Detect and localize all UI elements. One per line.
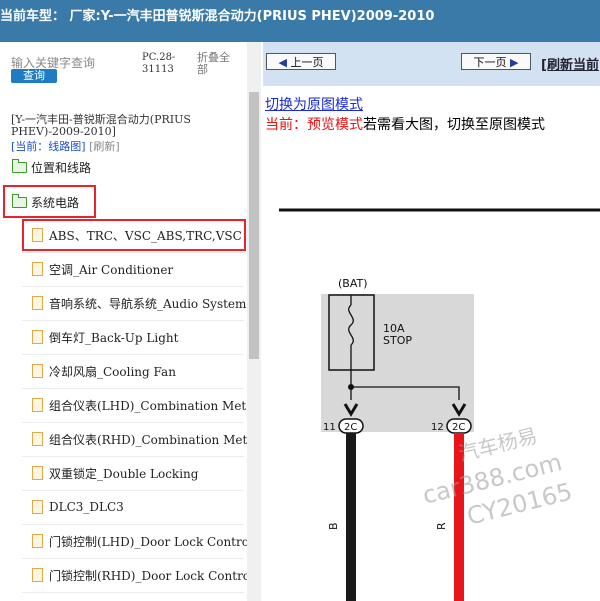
right-arrow-icon: ▶ <box>510 56 519 69</box>
tree-item[interactable]: 门锁控制(LHD)_Door Lock Control <box>32 531 247 551</box>
wiring-diagram: (BAT) 10A STOP 2C 2C 11 12 B R 汽车杨易 car3… <box>279 208 600 601</box>
document-icon <box>32 296 43 310</box>
next-page-button[interactable]: 下一页 ▶ <box>461 53 531 70</box>
connector-left-label: 2C <box>344 422 357 433</box>
folder-icon <box>12 158 27 173</box>
watermark: 汽车杨易 car388.com CY20165 <box>420 423 575 530</box>
divider <box>22 252 244 253</box>
tree-item[interactable]: DLC3_DLC3 <box>32 497 247 517</box>
connector-right-label: 2C <box>452 422 465 433</box>
divider <box>22 422 244 423</box>
page-nav-bar: ◀ 上一页 下一页 ▶ [刷新当前 <box>263 42 600 86</box>
bat-label: (BAT) <box>338 277 368 290</box>
document-icon <box>32 262 43 276</box>
pin-left-label: 11 <box>323 422 336 433</box>
mode-status: 当前：预览模式若需看大图，切换至原图模式 <box>265 114 545 134</box>
tree-item[interactable]: 双重锁定_Double Locking <box>32 463 247 483</box>
pc-info: PC.28-31113 <box>142 52 176 75</box>
document-icon <box>32 500 43 514</box>
scrollbar-thumb[interactable] <box>249 92 259 359</box>
divider <box>22 592 244 593</box>
fuse-name: STOP <box>383 334 412 347</box>
current-view: [当前：线路图] [刷新] <box>11 138 120 154</box>
collapse-all-button[interactable]: 折叠全部 <box>197 52 239 76</box>
tree-item[interactable]: 组合仪表(RHD)_Combination Meter <box>32 429 247 449</box>
highlight-box <box>3 185 96 218</box>
divider <box>22 524 244 525</box>
tree-item[interactable]: 门锁控制(RHD)_Door Lock Control <box>32 565 247 585</box>
mode-hint: 若需看大图，切换至原图模式 <box>363 117 545 133</box>
content-panel: ◀ 上一页 下一页 ▶ [刷新当前 切换为原图模式 当前：预览模式若需看大图，切… <box>263 42 600 601</box>
wire-left-label: B <box>327 522 340 530</box>
tree-item[interactable]: 组合仪表(LHD)_Combination Meter <box>32 395 247 415</box>
mode-current: 当前：预览模式 <box>265 117 363 133</box>
tree-item[interactable]: 空调_Air Conditioner <box>32 259 247 279</box>
divider <box>22 456 244 457</box>
model-text: [Y-一汽丰田-普锐斯混合动力(PRIUS PHEV)-2009-2010] <box>11 113 191 138</box>
window-title: 当前车型： 厂家:Y-一汽丰田普锐斯混合动力(PRIUS PHEV)2009-2… <box>0 0 600 42</box>
tree-item[interactable]: ABS、TRC、VSC_ABS,TRC,VSC <box>32 225 247 245</box>
tree-item[interactable]: 冷却风扇_Cooling Fan <box>32 361 247 381</box>
relay-block-bg <box>321 294 474 432</box>
wire-black <box>346 433 356 601</box>
document-icon <box>32 228 43 242</box>
divider <box>22 286 244 287</box>
tree-folder-location[interactable]: 位置和线路 <box>12 158 91 176</box>
pin-right-label: 12 <box>431 422 444 433</box>
prev-page-button[interactable]: ◀ 上一页 <box>266 53 336 70</box>
divider <box>22 388 244 389</box>
document-icon <box>32 466 43 480</box>
divider <box>22 558 244 559</box>
document-icon <box>32 432 43 446</box>
document-icon <box>32 568 43 582</box>
tree-item[interactable]: 倒车灯_Back-Up Light <box>32 327 247 347</box>
tree-item[interactable]: 音响系统、导航系统_Audio System <box>32 293 247 313</box>
tree-folder-label: 位置和线路 <box>31 160 92 175</box>
divider <box>22 354 244 355</box>
document-icon <box>32 364 43 378</box>
document-icon <box>32 398 43 412</box>
wire-right-label: R <box>435 522 448 530</box>
divider <box>22 490 244 491</box>
document-icon <box>32 330 43 344</box>
search-button[interactable]: 查询 <box>11 69 57 83</box>
refresh-page-link[interactable]: [刷新当前 <box>541 54 599 73</box>
current-label: [当前：线路图] <box>11 140 86 153</box>
sidebar: 输入关键字查询 查询 PC.28-31113 折叠全部 [Y-一汽丰田-普锐斯混… <box>0 42 262 601</box>
switch-mode-link[interactable]: 切换为原图模式 <box>265 94 363 114</box>
document-icon <box>32 534 43 548</box>
divider <box>22 320 244 321</box>
refresh-link[interactable]: [刷新] <box>89 140 120 153</box>
left-arrow-icon: ◀ <box>278 56 287 69</box>
